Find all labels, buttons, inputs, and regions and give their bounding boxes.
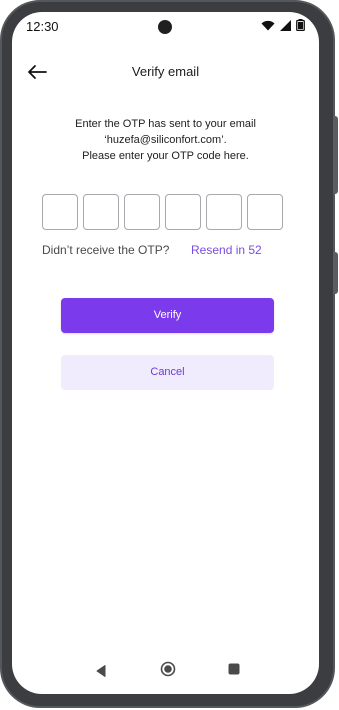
status-time: 12:30	[26, 19, 59, 34]
page-title: Verify email	[131, 64, 200, 79]
cancel-button[interactable]: Cancel	[61, 355, 274, 390]
otp-instructions: Enter the OTP has sent to your email ‘hu…	[12, 116, 319, 164]
camera-punch-hole	[158, 20, 172, 34]
nav-home-icon[interactable]	[160, 661, 176, 682]
otp-digit-6[interactable]	[247, 194, 283, 230]
verify-button[interactable]: Verify	[61, 298, 274, 333]
instructions-email: ‘huzefa@siliconfort.com’.	[104, 134, 227, 146]
otp-digit-2[interactable]	[83, 194, 119, 230]
status-icons	[261, 19, 305, 31]
otp-input-group	[42, 194, 283, 230]
instructions-line-3: Please enter your OTP code here.	[82, 150, 249, 162]
nav-back-icon[interactable]	[96, 664, 106, 682]
resend-link[interactable]: Resend in 52	[191, 243, 262, 257]
screen: 12:30 Verify email Enter the OTP has sen…	[12, 12, 319, 694]
volume-button	[333, 252, 338, 294]
nav-recent-icon[interactable]	[228, 662, 240, 680]
battery-icon	[296, 19, 305, 31]
system-nav-bar	[12, 652, 319, 694]
wifi-icon	[261, 20, 275, 31]
status-bar: 12:30	[12, 12, 319, 42]
otp-digit-5[interactable]	[206, 194, 242, 230]
otp-digit-3[interactable]	[124, 194, 160, 230]
signal-icon	[280, 19, 291, 31]
resend-row: Didn’t receive the OTP? Resend in 52	[42, 243, 292, 263]
otp-digit-4[interactable]	[165, 194, 201, 230]
resend-question: Didn’t receive the OTP?	[42, 243, 170, 257]
power-button	[333, 116, 338, 194]
instructions-line-1: Enter the OTP has sent to your email	[75, 118, 256, 130]
otp-digit-1[interactable]	[42, 194, 78, 230]
